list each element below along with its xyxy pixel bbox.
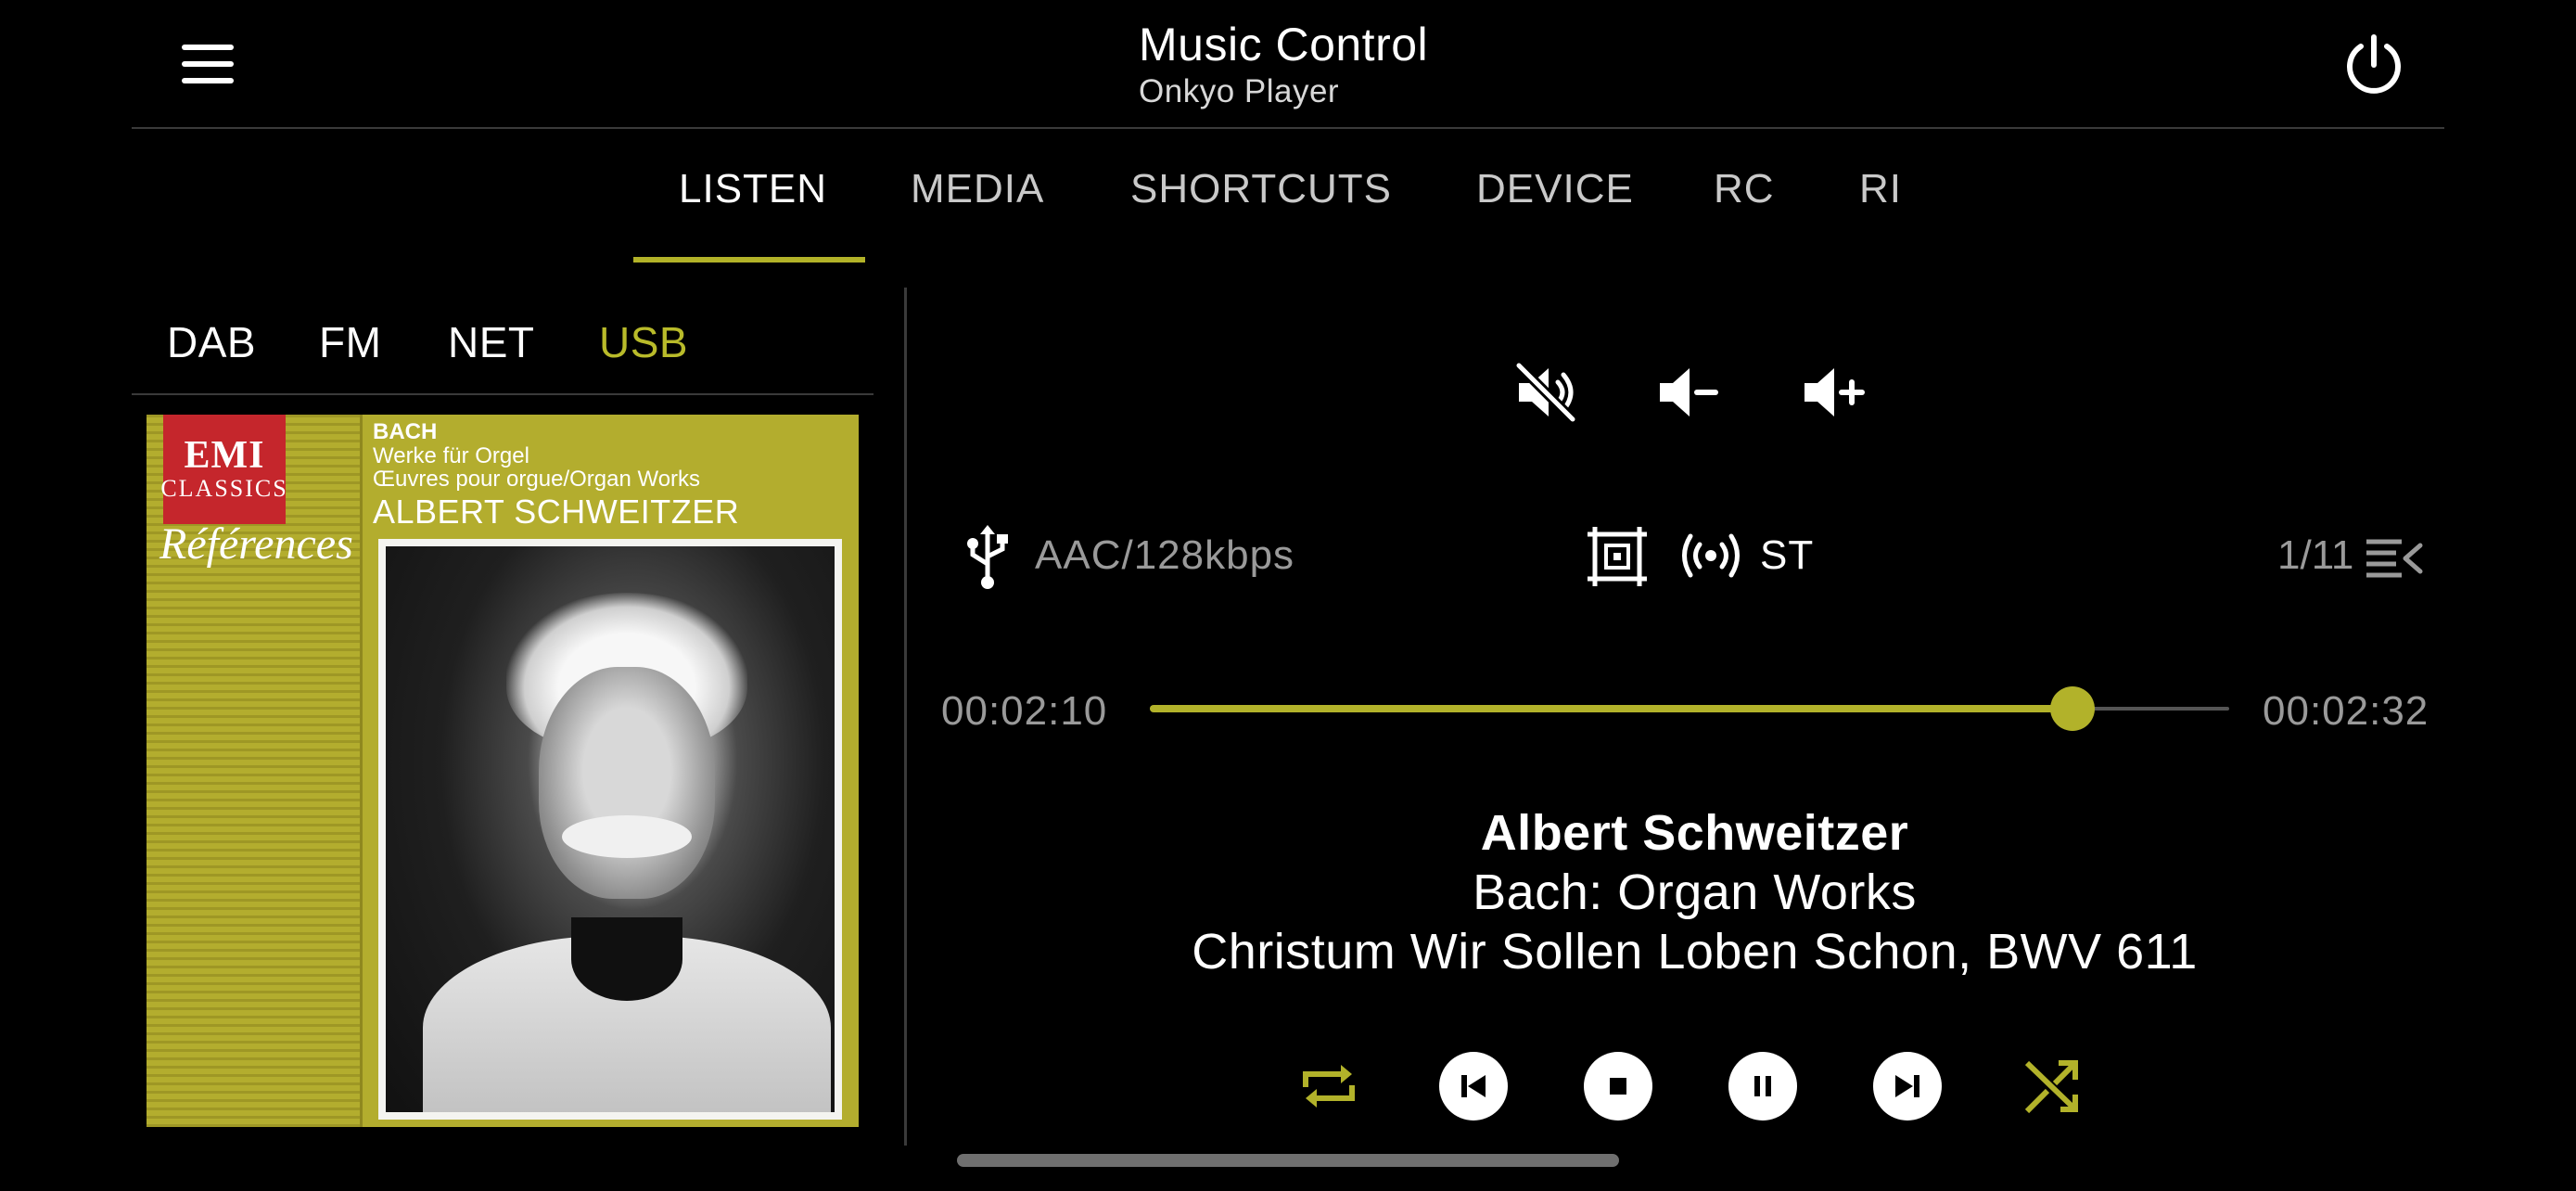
tab-rc[interactable]: RC xyxy=(1714,166,1775,212)
seek-bar-progress xyxy=(1150,705,2073,712)
hamburger-menu-icon[interactable] xyxy=(180,39,236,89)
album-cover-artist: ALBERT SCHWEITZER xyxy=(373,493,740,531)
broadcast-icon xyxy=(1682,533,1740,578)
shuffle-icon[interactable] xyxy=(2018,1052,2086,1121)
home-indicator[interactable] xyxy=(957,1154,1619,1167)
album-composer: BACH xyxy=(373,419,438,444)
tab-listen[interactable]: LISTEN xyxy=(679,166,827,212)
power-icon[interactable] xyxy=(2339,30,2409,100)
header-titles: Music Control Onkyo Player xyxy=(1139,17,1428,111)
source-dab[interactable]: DAB xyxy=(167,317,256,367)
now-playing-info: Albert Schweitzer Bach: Organ Works Chri… xyxy=(927,803,2462,981)
album-series: Références xyxy=(159,519,353,569)
tab-device[interactable]: DEVICE xyxy=(1476,166,1634,212)
album-art[interactable]: EMI CLASSICS Références BACH Werke für O… xyxy=(147,415,859,1127)
volume-down-icon[interactable] xyxy=(1656,360,1721,425)
album-subtitle-fr-en: Œuvres pour orgue/Organ Works xyxy=(373,467,701,492)
emi-logo: EMI CLASSICS xyxy=(160,415,287,524)
volume-mute-icon[interactable] xyxy=(1513,360,1578,425)
panel-divider xyxy=(904,288,907,1146)
input-selector-icon[interactable] xyxy=(1586,525,1649,588)
repeat-icon[interactable] xyxy=(1294,1052,1363,1121)
pause-button[interactable] xyxy=(1728,1052,1797,1121)
track-position: 1/11 xyxy=(2277,532,2354,578)
tab-media[interactable]: MEDIA xyxy=(911,166,1044,212)
elapsed-time: 00:02:10 xyxy=(941,688,1108,734)
track-title: Christum Wir Sollen Loben Schon, BWV 611 xyxy=(1192,924,2198,980)
source-usb[interactable]: USB xyxy=(599,317,688,367)
album-portrait-photo xyxy=(378,539,842,1120)
source-tabs: DAB FM NET USB xyxy=(132,297,874,395)
total-time: 00:02:32 xyxy=(2263,688,2429,734)
source-net[interactable]: NET xyxy=(448,317,535,367)
volume-up-icon[interactable] xyxy=(1801,360,1866,425)
track-album: Bach: Organ Works xyxy=(1473,864,1917,920)
codec-info: AAC/128kbps xyxy=(1035,532,1295,578)
app-title: Music Control xyxy=(1139,19,1429,70)
playlist-icon[interactable] xyxy=(2365,536,2424,579)
source-fm[interactable]: FM xyxy=(319,317,381,367)
stop-button[interactable] xyxy=(1584,1052,1652,1121)
skip-next-button[interactable] xyxy=(1873,1052,1942,1121)
app-subtitle: Onkyo Player xyxy=(1139,73,1340,109)
skip-next-icon xyxy=(1895,1075,1919,1097)
tab-ri[interactable]: RI xyxy=(1859,166,1902,212)
stop-icon xyxy=(1610,1078,1626,1095)
pause-icon xyxy=(1754,1076,1771,1096)
active-tab-indicator xyxy=(633,257,865,263)
seek-bar-thumb[interactable] xyxy=(2050,686,2096,731)
usb-icon xyxy=(967,525,1008,589)
tab-shortcuts[interactable]: SHORTCUTS xyxy=(1130,166,1392,212)
skip-previous-button[interactable] xyxy=(1439,1052,1508,1121)
main-tabs: LISTEN MEDIA SHORTCUTS DEVICE RC RI xyxy=(0,129,2576,264)
album-subtitle-de: Werke für Orgel xyxy=(373,443,529,468)
app-header: Music Control Onkyo Player xyxy=(132,0,2444,129)
skip-previous-icon xyxy=(1461,1075,1486,1097)
stereo-indicator: ST xyxy=(1760,532,1815,578)
seek-bar[interactable] xyxy=(1150,686,2229,731)
track-artist: Albert Schweitzer xyxy=(1480,805,1909,861)
